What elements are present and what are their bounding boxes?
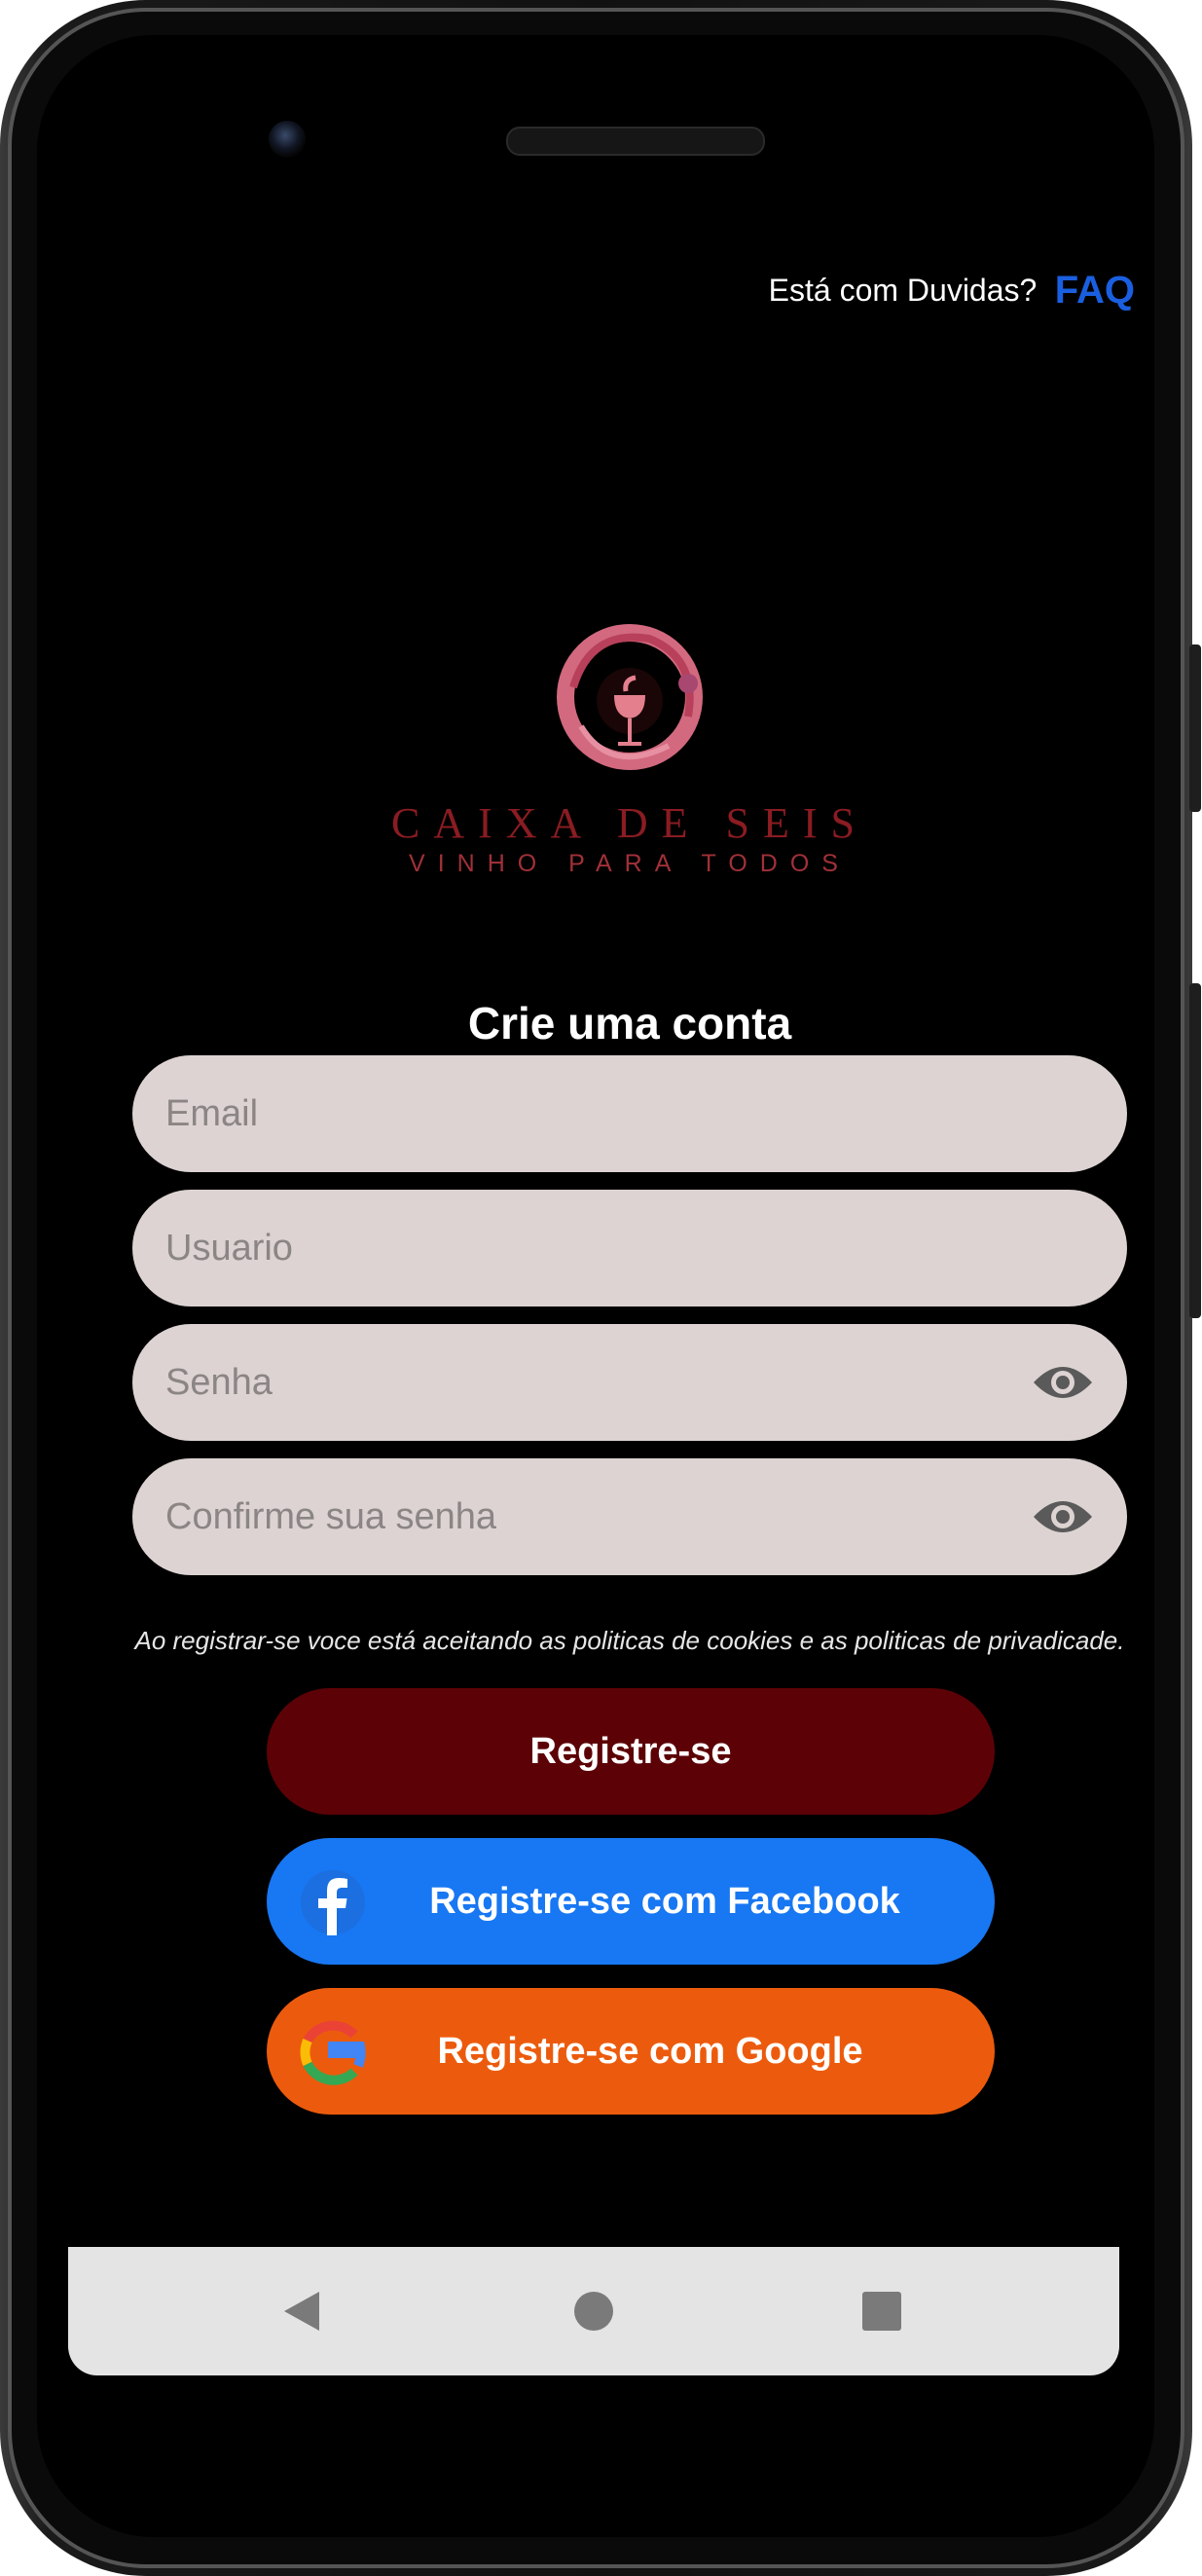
google-button-label: Registre-se com Google (437, 2031, 863, 2072)
google-icon (300, 2020, 366, 2085)
terms-text: Ao registrar-se voce está aceitando as p… (134, 1626, 1125, 1655)
triangle-back-icon[interactable] (280, 2290, 323, 2333)
email-field[interactable]: Email (132, 1055, 1127, 1172)
screen: Está com Duvidas? FAQ CAIXA DE SEIS VINH… (37, 35, 1154, 2537)
facebook-register-button[interactable]: Registre-se com Facebook (267, 1838, 995, 1965)
password-field[interactable]: Senha (132, 1324, 1127, 1441)
power-button (1189, 644, 1201, 812)
username-field[interactable]: Usuario (132, 1190, 1127, 1306)
page-title: Crie uma conta (467, 998, 792, 1049)
eye-icon[interactable] (1032, 1495, 1094, 1538)
password-placeholder: Senha (165, 1362, 273, 1403)
circle-home-icon[interactable] (572, 2290, 615, 2333)
facebook-button-label: Registre-se com Facebook (429, 1881, 900, 1922)
volume-button (1189, 983, 1201, 1318)
brand-tagline: VINHO PARA TODOS (409, 850, 851, 877)
register-button[interactable]: Registre-se (267, 1688, 995, 1815)
google-register-button[interactable]: Registre-se com Google (267, 1988, 995, 2115)
register-button-label: Registre-se (529, 1731, 732, 1772)
faq-link[interactable]: FAQ (1055, 269, 1135, 312)
username-placeholder: Usuario (165, 1228, 293, 1269)
front-camera (269, 121, 306, 158)
facebook-icon (298, 1867, 368, 1937)
square-recents-icon[interactable] (860, 2290, 903, 2333)
faq-row: Está com Duvidas? FAQ (37, 269, 1135, 313)
faq-question: Está com Duvidas? (768, 273, 1038, 308)
confirm-password-placeholder: Confirme sua senha (165, 1496, 497, 1537)
wine-swirl-logo-icon (557, 624, 703, 770)
email-placeholder: Email (165, 1093, 259, 1134)
confirm-password-field[interactable]: Confirme sua senha (132, 1458, 1127, 1575)
android-nav-bar (68, 2247, 1119, 2375)
brand-logo: CAIXA DE SEIS VINHO PARA TODOS (37, 619, 1154, 878)
brand-name: CAIXA DE SEIS (390, 799, 869, 847)
eye-icon[interactable] (1032, 1361, 1094, 1404)
earpiece-speaker (506, 127, 765, 156)
